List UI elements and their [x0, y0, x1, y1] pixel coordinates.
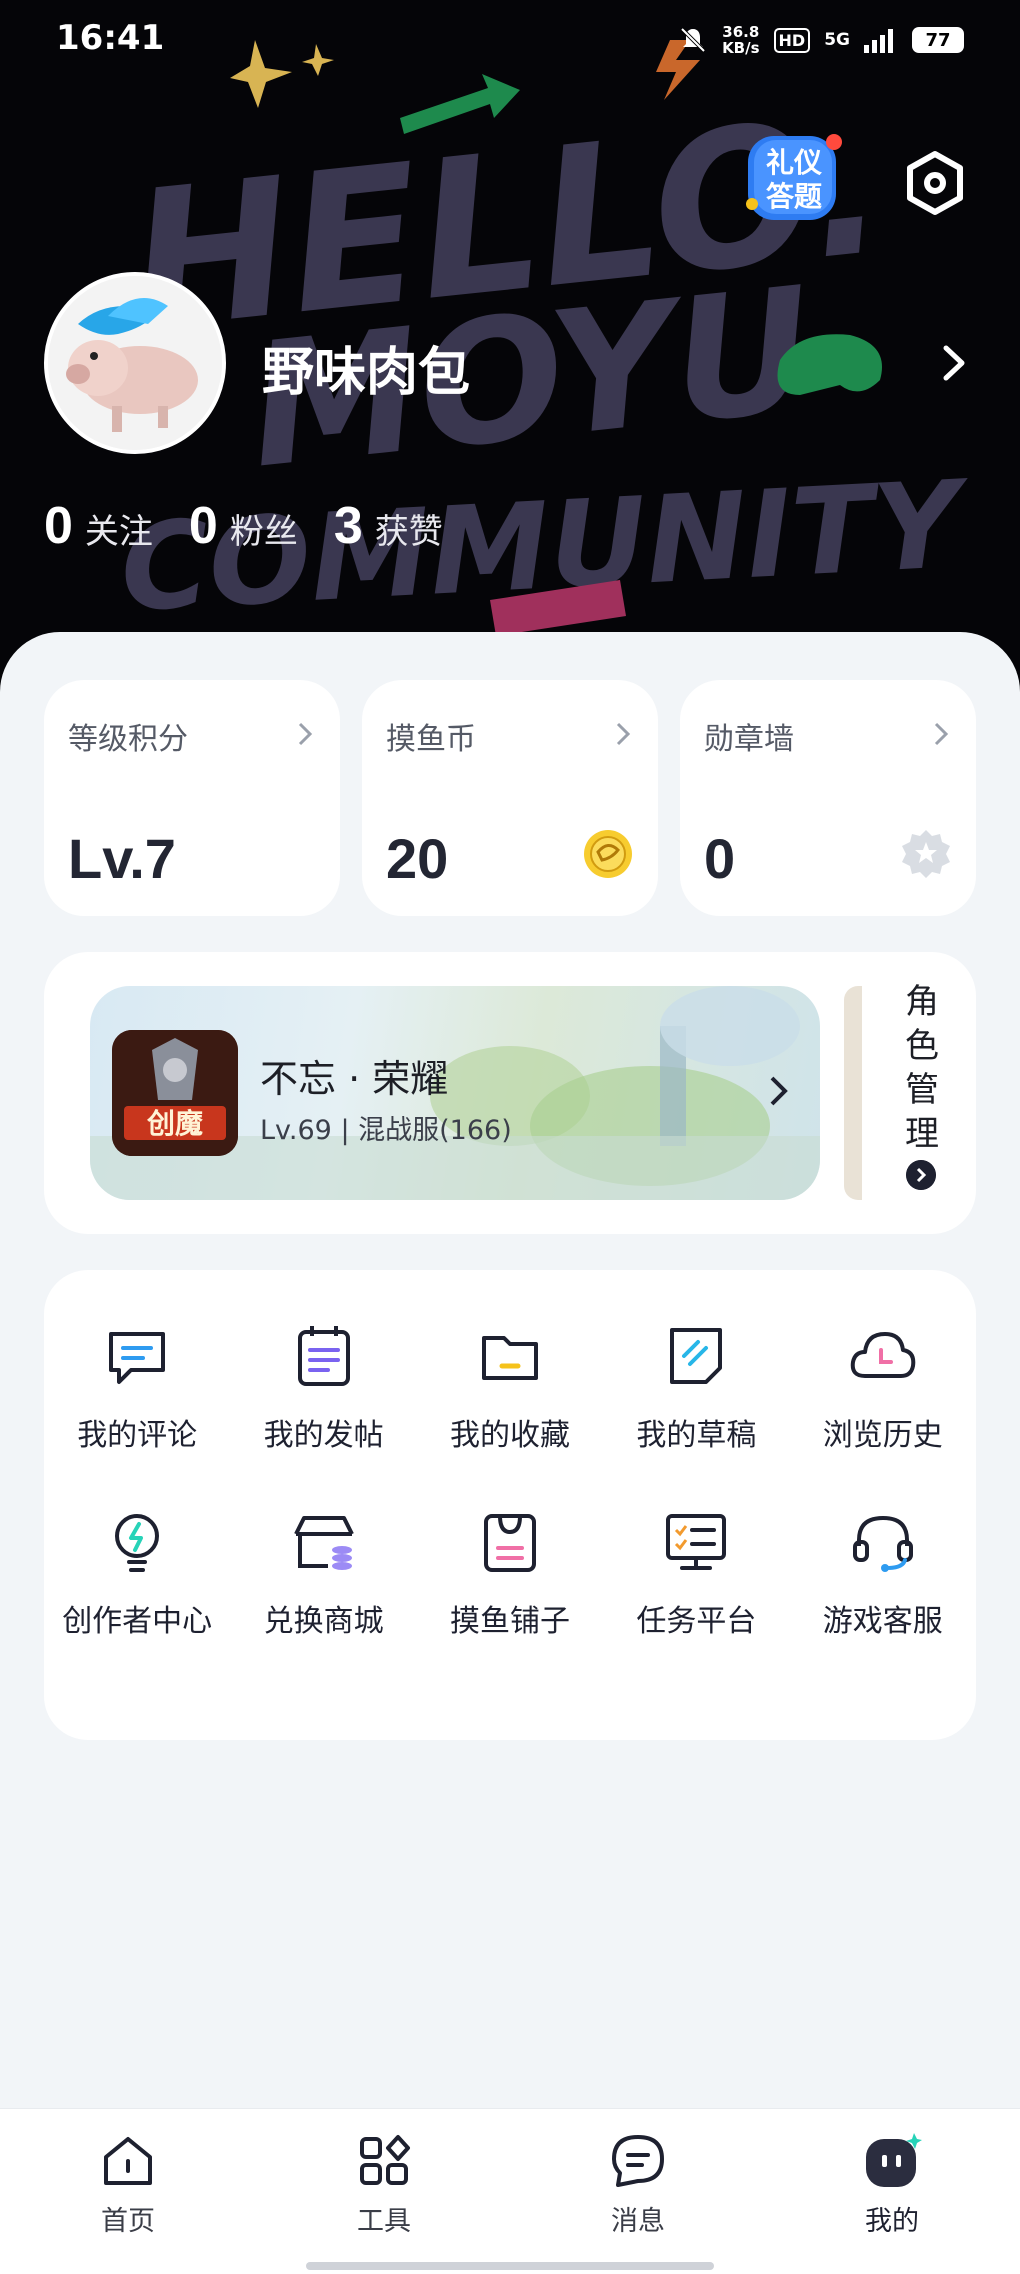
hd-badge: HD	[773, 27, 811, 53]
svg-text:礼仪: 礼仪	[766, 146, 823, 179]
etiquette-quiz-badge[interactable]: 礼仪 答题	[744, 128, 844, 228]
signal-icon	[864, 29, 893, 53]
nav-messages[interactable]: 消息	[578, 2131, 698, 2238]
draft-icon	[670, 1328, 723, 1384]
bottom-nav: 首页 工具 消息 我的	[0, 2108, 1020, 2274]
menu-label: 游戏客服	[822, 1604, 943, 1639]
chevron-right-icon[interactable]	[934, 338, 974, 388]
status-icons: 36.8 KB/s HD 5G 77	[678, 20, 964, 60]
network-type: 5G	[824, 30, 850, 50]
stat-followers[interactable]: 0 粉丝	[189, 496, 298, 556]
bag-icon	[483, 1514, 536, 1572]
post-icon	[297, 1326, 350, 1386]
coin-card[interactable]: 摸鱼币 20	[362, 680, 658, 916]
nav-tools[interactable]: 工具	[324, 2131, 444, 2238]
headset-icon	[852, 1515, 913, 1572]
profile-stats: 0 关注 0 粉丝 3 获赞	[44, 496, 443, 556]
pig-avatar-image	[48, 276, 222, 450]
menu-label: 创作者中心	[62, 1604, 213, 1639]
folder-icon	[481, 1336, 538, 1380]
card-value: 0	[704, 827, 736, 890]
coin-icon	[584, 830, 632, 878]
next-role-peek[interactable]	[844, 986, 862, 1200]
menu-browse-history[interactable]: 浏览历史	[790, 1320, 976, 1454]
status-time: 16:41	[56, 18, 165, 58]
svg-text:创魔: 创魔	[146, 1107, 203, 1140]
chevron-right-icon	[934, 722, 949, 746]
stat-value: 0	[188, 497, 218, 555]
nav-label: 工具	[357, 2206, 411, 2237]
menu-label: 我的收藏	[449, 1418, 570, 1453]
bulb-icon	[115, 1514, 160, 1572]
menu-label: 我的草稿	[636, 1418, 757, 1453]
history-icon	[850, 1332, 916, 1378]
stat-label: 获赞	[374, 512, 443, 552]
menu-my-comments[interactable]: 我的评论	[44, 1320, 230, 1454]
medal-card[interactable]: 勋章墙 0	[680, 680, 976, 916]
menu-label: 我的发帖	[263, 1418, 384, 1453]
nav-label: 消息	[611, 2206, 665, 2237]
menu-label: 兑换商城	[263, 1604, 384, 1639]
chevron-right-icon	[770, 1076, 788, 1106]
nav-mine[interactable]: 我的	[832, 2131, 952, 2238]
stat-value: 0	[44, 497, 73, 555]
tools-icon	[360, 2135, 410, 2185]
role-manage-label[interactable]: 角 色 管 理	[900, 980, 944, 1156]
feature-menu: 我的评论 我的发帖 我的收藏 我的草稿 浏览历史 创作者中心 兑换商城 摸鱼铺子…	[44, 1270, 976, 1740]
shop-icon	[293, 1516, 354, 1570]
message-icon	[612, 2135, 664, 2187]
menu-my-favorites[interactable]: 我的收藏	[417, 1320, 603, 1454]
status-bar: 16:41 36.8 KB/s HD 5G 77	[0, 0, 1020, 80]
svg-text:答题: 答题	[766, 180, 822, 213]
stat-label: 粉丝	[229, 512, 298, 552]
card-title: 勋章墙	[704, 722, 794, 757]
menu-my-drafts[interactable]: 我的草稿	[603, 1320, 789, 1454]
card-title: 摸鱼币	[386, 722, 476, 757]
nav-label: 我的	[865, 2206, 919, 2237]
medal-icon	[902, 830, 950, 878]
nav-home[interactable]: 首页	[68, 2131, 188, 2238]
game-logo: 创魔	[112, 1030, 238, 1156]
menu-label: 任务平台	[636, 1604, 757, 1639]
battery-indicator: 77	[912, 27, 964, 53]
card-value: Lv.7	[68, 827, 176, 890]
net-speed: 36.8 KB/s	[722, 23, 760, 57]
menu-label: 我的评论	[77, 1418, 198, 1453]
role-manage-arrow-icon[interactable]	[906, 1160, 936, 1190]
comment-icon	[109, 1332, 166, 1384]
task-icon	[666, 1514, 727, 1570]
mute-bell-icon	[680, 27, 706, 53]
stat-label: 关注	[84, 512, 153, 552]
summary-cards: 等级积分 Lv.7 摸鱼币 20 勋章墙 0	[44, 680, 976, 916]
stat-value: 3	[333, 497, 363, 555]
menu-my-posts[interactable]: 我的发帖	[230, 1320, 416, 1454]
stat-following[interactable]: 0 关注	[44, 496, 153, 556]
menu-creator-center[interactable]: 创作者中心	[44, 1506, 230, 1640]
menu-label: 摸鱼铺子	[449, 1604, 570, 1639]
menu-moyu-shop[interactable]: 摸鱼铺子	[417, 1506, 603, 1640]
stat-likes[interactable]: 3 获赞	[334, 496, 443, 556]
menu-game-support[interactable]: 游戏客服	[790, 1506, 976, 1640]
avatar[interactable]	[44, 272, 226, 454]
menu-task-platform[interactable]: 任务平台	[603, 1506, 789, 1640]
chevron-right-icon	[616, 722, 631, 746]
game-role-banner[interactable]: 创魔 不忘 · 荣耀 Lv.69 | 混战服(166)	[90, 986, 820, 1200]
nav-label: 首页	[101, 2206, 155, 2237]
mine-icon	[866, 2133, 922, 2187]
home-icon	[104, 2137, 152, 2185]
home-indicator[interactable]	[306, 2262, 714, 2270]
level-card[interactable]: 等级积分 Lv.7	[44, 680, 340, 916]
menu-label: 浏览历史	[822, 1418, 943, 1453]
chevron-right-icon	[298, 722, 313, 746]
main-content: 等级积分 Lv.7 摸鱼币 20 勋章墙 0 创魔 不忘 · 荣耀 Lv.69 …	[0, 632, 1020, 2112]
card-value: 20	[386, 827, 449, 890]
menu-exchange-mall[interactable]: 兑换商城	[230, 1506, 416, 1640]
game-role-card: 创魔 不忘 · 荣耀 Lv.69 | 混战服(166) 角 色 管 理	[44, 952, 976, 1234]
profile-header: HELLO. MOYU COMMUNITY 16:41 36.8 KB/s HD…	[0, 0, 1020, 700]
card-title: 等级积分	[68, 722, 188, 757]
settings-icon[interactable]	[900, 148, 970, 218]
username[interactable]: 野味肉包	[262, 330, 470, 405]
game-role-meta: Lv.69 | 混战服(166)	[260, 1115, 512, 1146]
game-role-name: 不忘 · 荣耀	[260, 1057, 449, 1101]
